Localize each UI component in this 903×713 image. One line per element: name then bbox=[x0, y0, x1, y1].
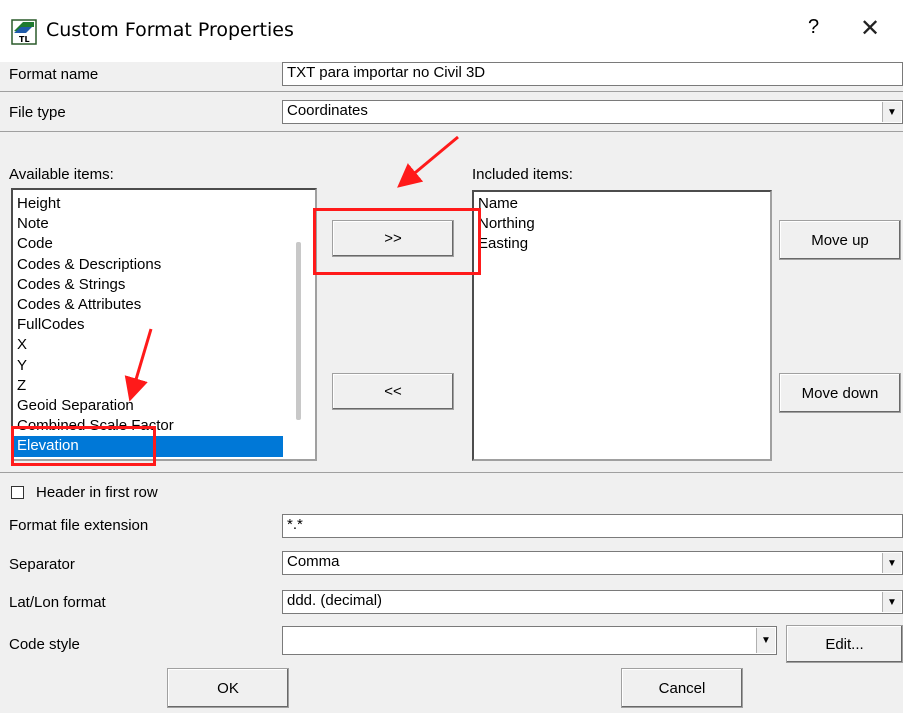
custom-format-dialog: TL Custom Format Properties ? ✕ Format n… bbox=[0, 0, 903, 713]
arrow-to-elevation bbox=[124, 328, 153, 402]
annotation-arrows bbox=[124, 135, 459, 402]
arrow-to-add-button bbox=[397, 135, 459, 188]
